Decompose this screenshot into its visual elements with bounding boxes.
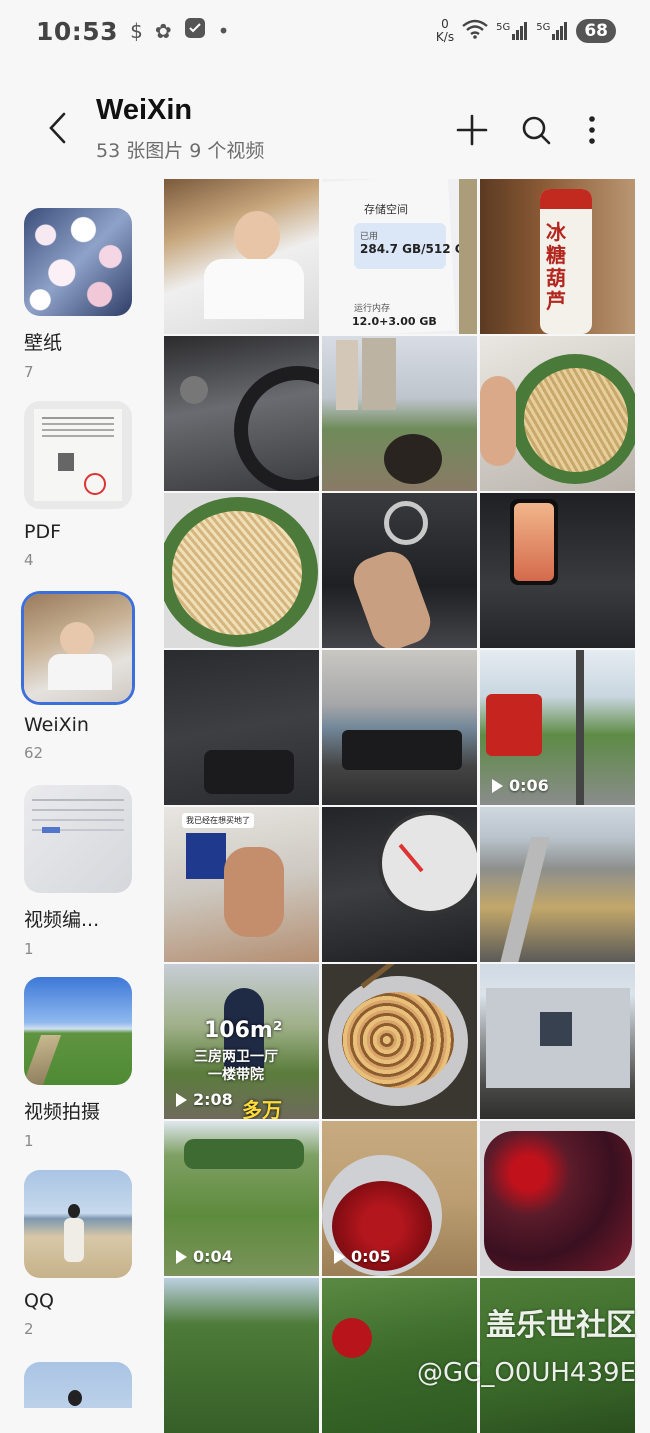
photo-thumbnail[interactable] (480, 964, 635, 1119)
album-subtitle: 53 张图片 9 个视频 (96, 140, 265, 162)
watermark-handle: @GC_O0UH439E (417, 1358, 636, 1388)
photo-thumbnail[interactable] (164, 493, 319, 648)
album-thumbnail (24, 401, 132, 509)
album-item-video-capture[interactable]: 视频拍摄 1 (24, 977, 134, 1150)
album-item-pdf[interactable]: PDF 4 (24, 401, 134, 569)
album-item-more[interactable] (24, 1362, 134, 1408)
album-thumbnail (24, 785, 132, 893)
photo-thumbnail[interactable] (164, 179, 319, 334)
play-icon (176, 1249, 187, 1264)
photo-thumbnail[interactable] (164, 336, 319, 491)
video-duration-badge: 2:08 (176, 1090, 233, 1109)
album-sidebar: 壁纸 7 PDF 4 WeiXin 62 视频编... 1 视频拍摄 1 QQ … (0, 200, 158, 1408)
battery-indicator: 68 (576, 19, 616, 43)
wifi-icon (462, 19, 488, 43)
flower-icon: ✿ (154, 19, 172, 43)
more-vertical-icon (589, 116, 595, 144)
play-icon (492, 778, 503, 793)
video-duration-badge: 0:05 (334, 1247, 391, 1266)
watermark: 盖乐世社区 @GC_O0UH439E (417, 1300, 636, 1388)
photo-thumbnail[interactable] (322, 493, 477, 648)
album-count: 2 (24, 1320, 34, 1338)
album-name: QQ (24, 1290, 54, 1312)
notification-dot: • (217, 19, 230, 43)
signal-icon-2: 5G (536, 22, 568, 40)
album-name: PDF (24, 521, 62, 543)
back-button[interactable] (38, 108, 78, 148)
photo-grid: 存储空间 已用 284.7 GB/512 GB 运行内存 12.0+3.00 G… (164, 179, 635, 1433)
search-button[interactable] (514, 108, 558, 152)
video-thumbnail[interactable]: 0:06 (480, 650, 635, 805)
photo-thumbnail[interactable]: 冰糖葫芦 (480, 179, 635, 334)
video-duration-badge: 0:04 (176, 1247, 233, 1266)
payment-icon: $ (130, 19, 143, 43)
album-item-qq[interactable]: QQ 2 (24, 1170, 134, 1338)
album-count: 4 (24, 551, 34, 569)
photo-thumbnail[interactable]: 存储空间 已用 284.7 GB/512 GB 运行内存 12.0+3.00 G… (322, 179, 477, 334)
video-duration-badge: 0:06 (492, 776, 549, 795)
add-button[interactable] (450, 108, 494, 152)
photo-thumbnail[interactable] (480, 1121, 635, 1276)
play-icon (176, 1092, 187, 1107)
video-thumbnail[interactable]: 106m² 三房两卫一厅 一楼带院 多万 2:08 (164, 964, 319, 1119)
video-thumbnail[interactable]: 0:04 (164, 1121, 319, 1276)
more-options-button[interactable] (570, 108, 614, 152)
photo-thumbnail[interactable] (322, 807, 477, 962)
play-icon (334, 1249, 345, 1264)
net-speed: 0 K/s (435, 17, 455, 44)
album-count: 1 (24, 1132, 34, 1150)
photo-thumbnail[interactable] (164, 650, 319, 805)
album-count: 7 (24, 363, 34, 381)
app-header: WeiXin 53 张图片 9 个视频 (0, 80, 650, 180)
album-name: 视频拍摄 (24, 1101, 101, 1123)
album-thumbnail (24, 1170, 132, 1278)
status-bar: 10:53 $ ✿ • 0 K/s 5G 5G 68 (0, 0, 650, 62)
album-title: WeiXin (96, 94, 193, 126)
album-item-weixin[interactable]: WeiXin 62 (24, 594, 134, 762)
album-name: 壁纸 (24, 332, 63, 354)
album-name: WeiXin (24, 714, 89, 736)
album-item-video-edit[interactable]: 视频编... 1 (24, 785, 134, 958)
photo-thumbnail[interactable] (480, 493, 635, 648)
album-thumbnail (24, 1362, 132, 1408)
search-icon (522, 116, 551, 145)
album-count: 62 (24, 744, 44, 762)
photo-thumbnail[interactable] (480, 807, 635, 962)
signal-icon-1: 5G (496, 22, 528, 40)
album-thumbnail (24, 594, 132, 702)
photo-thumbnail[interactable] (164, 1278, 319, 1433)
status-time: 10:53 (36, 16, 119, 46)
album-item-wallpaper[interactable]: 壁纸 7 (24, 208, 134, 381)
photo-thumbnail[interactable] (480, 336, 635, 491)
check-app-icon (184, 17, 206, 45)
photo-thumbnail[interactable] (322, 964, 477, 1119)
photo-thumbnail[interactable] (322, 336, 477, 491)
video-thumbnail[interactable]: 0:05 (322, 1121, 477, 1276)
album-thumbnail (24, 208, 132, 316)
photo-thumbnail[interactable] (322, 650, 477, 805)
watermark-title: 盖乐世社区 (486, 1308, 636, 1343)
plus-icon (456, 114, 488, 146)
album-thumbnail (24, 977, 132, 1085)
photo-thumbnail[interactable]: 我已经在想买地了 (164, 807, 319, 962)
chevron-left-icon (49, 112, 66, 144)
album-count: 1 (24, 940, 34, 958)
album-name: 视频编... (24, 909, 100, 931)
